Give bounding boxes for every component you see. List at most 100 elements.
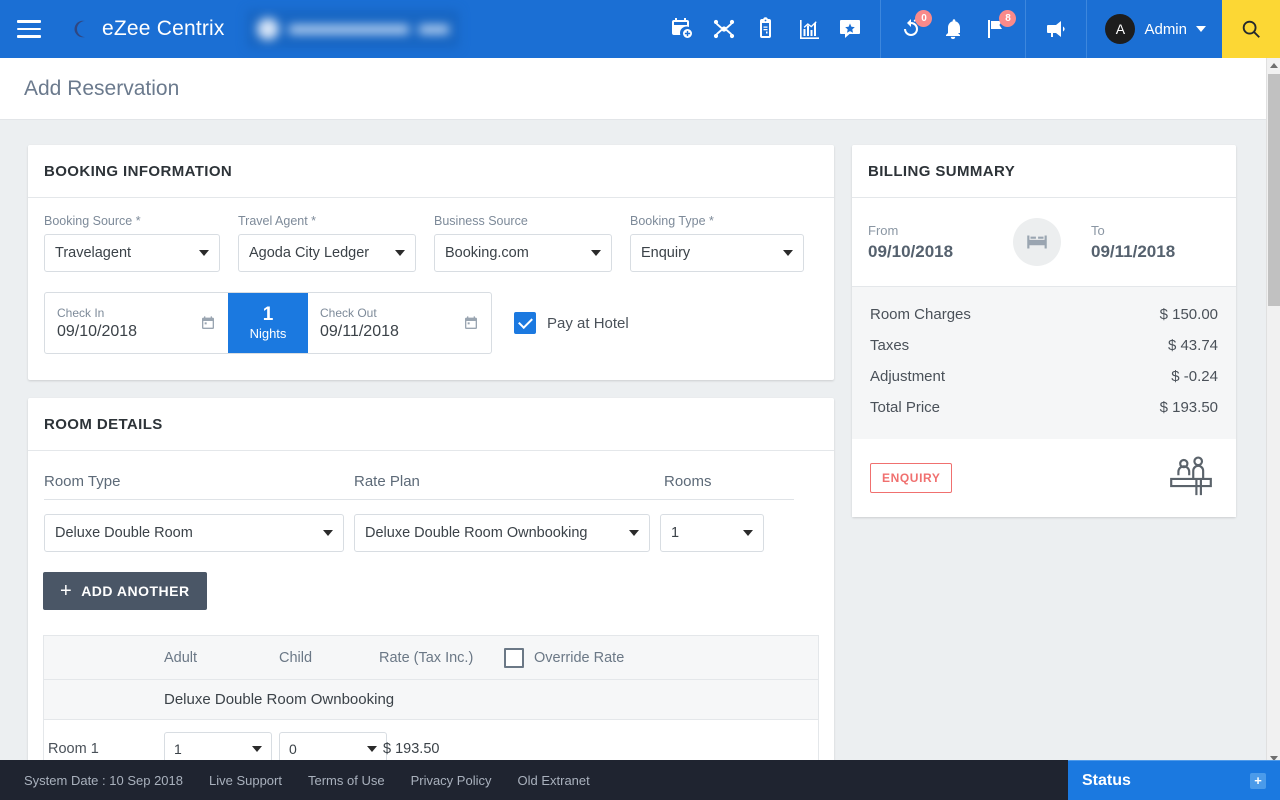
check-in-field[interactable]: Check In 09/10/2018	[45, 293, 228, 353]
system-date: System Date : 10 Sep 2018	[24, 773, 183, 788]
channel-manager-icon[interactable]	[712, 17, 736, 41]
rate-col-rate: Rate (Tax Inc.)	[379, 650, 504, 666]
search-button[interactable]	[1222, 0, 1280, 58]
column-rooms: Rooms	[664, 473, 794, 500]
announcement-group	[1025, 0, 1086, 58]
scroll-up-icon[interactable]	[1267, 58, 1280, 72]
hamburger-icon[interactable]	[0, 0, 58, 58]
booking-source-select[interactable]: Travelagent	[44, 234, 220, 272]
billing-from: From 09/10/2018	[868, 223, 1013, 262]
check-out-field[interactable]: Check Out 09/11/2018	[308, 293, 491, 353]
chevron-down-icon	[199, 250, 209, 256]
booking-source-field: Booking Source * Travelagent	[44, 214, 220, 272]
billing-lines: Room Charges $ 150.00 Taxes $ 43.74 Adju…	[852, 287, 1236, 439]
add-another-button[interactable]: + ADD ANOTHER	[43, 572, 207, 610]
user-menu[interactable]: A Admin	[1086, 0, 1222, 58]
right-column: BILLING SUMMARY From 09/10/2018 To 09/11…	[852, 145, 1236, 765]
nights-count: 1	[263, 305, 274, 326]
billing-summary-title: BILLING SUMMARY	[868, 163, 1015, 180]
adult-count-value: 1	[174, 741, 182, 757]
billing-line: Adjustment $ -0.24	[870, 361, 1218, 392]
billing-line: Total Price $ 193.50	[870, 392, 1218, 423]
chart-icon[interactable]	[796, 17, 820, 41]
bed-icon	[1013, 218, 1061, 266]
megaphone-icon[interactable]	[1044, 17, 1068, 41]
room-details-selects: Deluxe Double Room Deluxe Double Room Ow…	[28, 500, 834, 552]
dates-row: Check In 09/10/2018 1 Nights Check Out 0…	[28, 272, 834, 380]
privacy-policy-link[interactable]: Privacy Policy	[411, 773, 492, 788]
billing-line-label: Room Charges	[870, 306, 971, 323]
rate-table: Adult Child Rate (Tax Inc.) Override Rat…	[43, 635, 819, 779]
room-label: Room 1	[48, 741, 164, 757]
booking-type-field: Booking Type * Enquiry	[630, 214, 804, 272]
billing-line: Taxes $ 43.74	[870, 330, 1218, 361]
add-another-label: ADD ANOTHER	[81, 583, 189, 599]
rate-table-group-row: Deluxe Double Room Ownbooking	[44, 680, 818, 720]
travel-agent-value: Agoda City Ledger	[249, 245, 369, 261]
column-room-type: Room Type	[44, 473, 354, 500]
chevron-down-icon	[629, 530, 639, 536]
calendar-icon[interactable]	[200, 315, 216, 331]
rate-plan-value: Deluxe Double Room Ownbooking	[365, 525, 587, 541]
pay-at-hotel-label: Pay at Hotel	[547, 315, 629, 332]
clipboard-icon[interactable]	[754, 17, 778, 41]
room-type-value: Deluxe Double Room	[55, 525, 193, 541]
billing-line-value: $ -0.24	[1171, 368, 1218, 385]
star-message-icon[interactable]	[838, 17, 862, 41]
avatar: A	[1105, 14, 1135, 44]
room-details-title: ROOM DETAILS	[44, 416, 163, 433]
column-rate-plan: Rate Plan	[354, 473, 664, 500]
property-avatar	[257, 18, 279, 40]
ezee-logo-icon	[62, 14, 92, 44]
scrollbar-thumb[interactable]	[1268, 74, 1280, 306]
brand: eZee Centrix	[62, 14, 225, 44]
chevron-down-icon	[783, 250, 793, 256]
calendar-icon[interactable]	[463, 315, 479, 331]
billing-line-value: $ 43.74	[1168, 337, 1218, 354]
travel-agent-select[interactable]: Agoda City Ledger	[238, 234, 416, 272]
left-column: BOOKING INFORMATION Booking Source * Tra…	[28, 145, 834, 765]
room-details-header: ROOM DETAILS	[28, 398, 834, 451]
sync-icon[interactable]: 0	[899, 17, 923, 41]
live-support-link[interactable]: Live Support	[209, 773, 282, 788]
business-source-label: Business Source	[434, 214, 612, 228]
room-details-columns: Room Type Rate Plan Rooms	[28, 451, 834, 500]
chevron-down-icon	[252, 746, 262, 752]
plus-icon[interactable]: +	[1250, 773, 1266, 789]
room-type-select[interactable]: Deluxe Double Room	[44, 514, 344, 552]
override-rate-checkbox[interactable]: Override Rate	[504, 648, 624, 668]
header-actions: 0 8 A Admin	[652, 0, 1280, 58]
old-extranet-link[interactable]: Old Extranet	[517, 773, 589, 788]
booking-information-header: BOOKING INFORMATION	[28, 145, 834, 198]
chevron-down-icon	[743, 530, 753, 536]
bell-icon[interactable]	[941, 17, 965, 41]
reception-desk-icon	[1164, 455, 1218, 501]
calendar-add-icon[interactable]	[670, 17, 694, 41]
status-badge[interactable]: ENQUIRY	[870, 463, 952, 493]
chevron-down-icon	[591, 250, 601, 256]
billing-line-label: Total Price	[870, 399, 940, 416]
pay-at-hotel-box[interactable]	[514, 312, 536, 334]
check-in-label: Check In	[57, 306, 216, 320]
rooms-value: 1	[671, 525, 679, 541]
check-in-value: 09/10/2018	[57, 323, 216, 341]
rooms-select[interactable]: 1	[660, 514, 764, 552]
billing-line-label: Adjustment	[870, 368, 945, 385]
rate-plan-select[interactable]: Deluxe Double Room Ownbooking	[354, 514, 650, 552]
user-name: Admin	[1144, 21, 1187, 38]
override-rate-box[interactable]	[504, 648, 524, 668]
override-rate-label: Override Rate	[534, 650, 624, 666]
booking-type-select[interactable]: Enquiry	[630, 234, 804, 272]
business-source-select[interactable]: Booking.com	[434, 234, 612, 272]
quick-actions-group	[652, 0, 880, 58]
property-selector[interactable]	[247, 10, 459, 48]
pay-at-hotel-checkbox[interactable]: Pay at Hotel	[514, 312, 629, 334]
top-header: eZee Centrix 0	[0, 0, 1280, 58]
flag-icon[interactable]: 8	[983, 17, 1007, 41]
terms-of-use-link[interactable]: Terms of Use	[308, 773, 385, 788]
billing-line: Room Charges $ 150.00	[870, 299, 1218, 330]
booking-source-label: Booking Source *	[44, 214, 220, 228]
billing-line-value: $ 193.50	[1160, 399, 1218, 416]
status-panel[interactable]: Status +	[1068, 760, 1280, 800]
page-scrollbar[interactable]	[1266, 58, 1280, 765]
